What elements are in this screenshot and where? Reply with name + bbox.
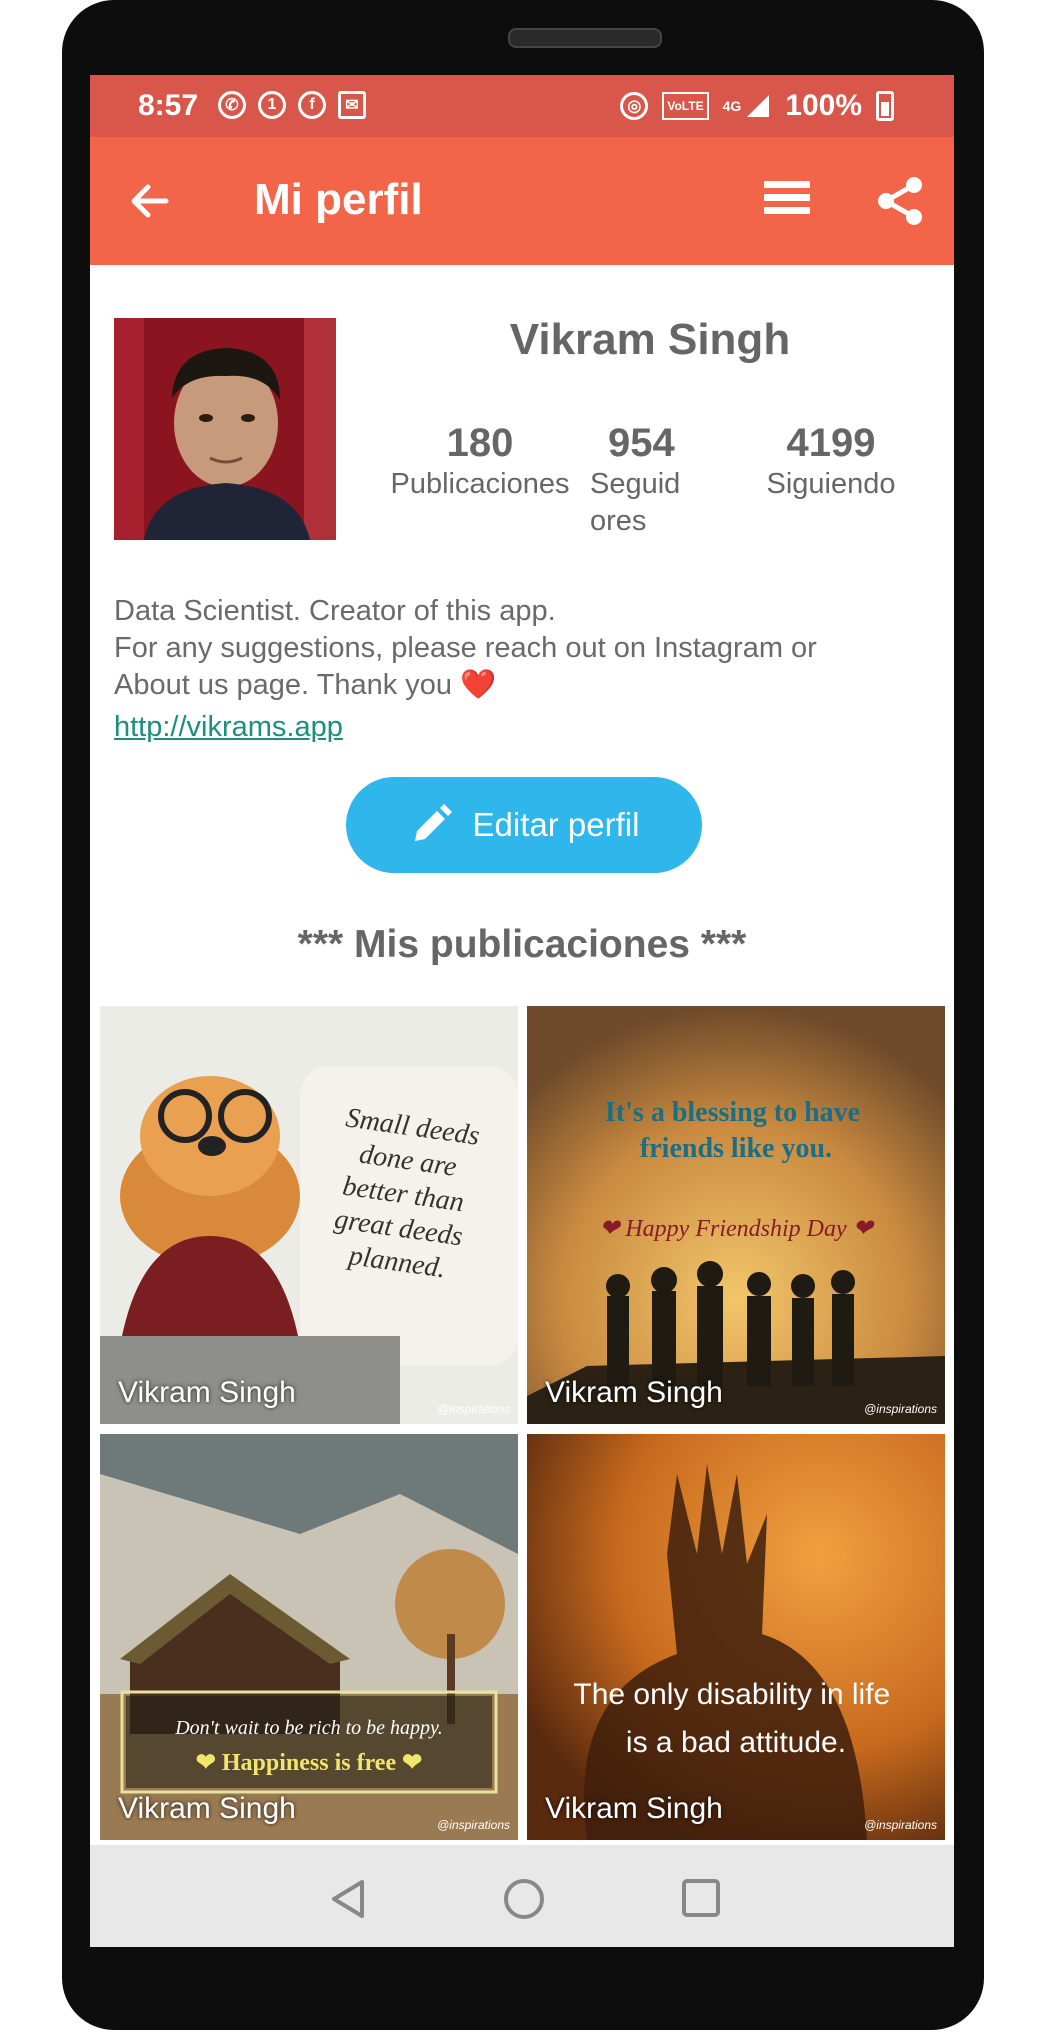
post-credit: @inspirations	[437, 1818, 510, 1832]
quote-line: friends like you.	[640, 1133, 832, 1164]
quote-line: is a bad attitude.	[626, 1726, 846, 1759]
notification-icons: ✆ 1 f ✉	[218, 91, 366, 119]
quote-line: It's a blessing to have	[605, 1097, 860, 1128]
nav-recents-icon[interactable]	[682, 1879, 720, 1917]
post-credit: @inspirations	[864, 1402, 937, 1416]
mail-icon: ✉	[338, 91, 366, 119]
following-count: 4199	[786, 421, 876, 465]
quote-subtitle: ❤ Happiness is free ❤	[196, 1750, 422, 1776]
following-label: Siguiendo	[766, 468, 896, 500]
signal-icon: 4G	[723, 93, 772, 119]
bio-line-text: About us page. Thank you	[114, 669, 453, 701]
pencil-icon	[414, 804, 452, 841]
edit-profile-label: Editar perfil	[472, 806, 640, 843]
phone-speaker	[508, 28, 662, 48]
post-author: Vikram Singh	[118, 1792, 296, 1825]
network-label: 4G	[722, 98, 742, 114]
post-tile[interactable]: It's a blessing to have friends like you…	[527, 1006, 945, 1424]
bio-line: For any suggestions, please reach out on…	[114, 632, 817, 664]
status-bar: 8:57 ✆ 1 f ✉ ◎ VoLTE 4G 100%	[90, 75, 954, 137]
menu-icon[interactable]	[764, 181, 810, 221]
bio-line: About us page. Thank you ❤️	[114, 667, 934, 704]
hotspot-icon: ◎	[620, 92, 649, 120]
system-navigation-bar	[90, 1845, 954, 1947]
bio-line: Data Scientist. Creator of this app.	[114, 595, 556, 627]
page-title: Mi perfil	[254, 175, 423, 224]
post-tile[interactable]: Small deeds done are better than great d…	[100, 1006, 518, 1424]
profile-name: Vikram Singh	[509, 315, 791, 364]
post-tile[interactable]: Don't wait to be rich to be happy. ❤ Hap…	[100, 1434, 518, 1840]
whatsapp-icon: ✆	[218, 91, 246, 119]
system-icons: ◎ VoLTE 4G 100%	[620, 89, 894, 123]
app-toolbar: Mi perfil	[90, 137, 954, 265]
quote-line: Don't wait to be rich to be happy.	[174, 1717, 443, 1739]
notification-app-icon: 1	[258, 91, 286, 119]
profile-website-link[interactable]: http://vikrams.app	[114, 711, 343, 744]
back-arrow-icon[interactable]	[126, 177, 174, 225]
share-icon[interactable]	[874, 175, 926, 227]
quote-line: The only disability in life	[573, 1678, 890, 1711]
followers-count: 954	[608, 421, 675, 465]
posts-section-title: *** Mis publicaciones ***	[297, 923, 747, 966]
post-author: Vikram Singh	[118, 1376, 296, 1409]
edit-profile-button[interactable]: Editar perfil	[346, 777, 702, 873]
volte-icon: VoLTE	[662, 92, 709, 120]
profile-bio: Data Scientist. Creator of this app. For…	[114, 593, 934, 704]
followers-label-line1: Seguid	[590, 468, 681, 500]
post-author: Vikram Singh	[545, 1792, 723, 1825]
status-time: 8:57	[138, 89, 199, 122]
post-credit: @inspirations	[437, 1402, 510, 1416]
stat-followers[interactable]: 954 Seguid ores	[590, 420, 700, 540]
post-credit: @inspirations	[864, 1818, 937, 1832]
stat-following[interactable]: 4199 Siguiendo	[756, 420, 906, 503]
followers-label-line2: ores	[590, 505, 647, 537]
nav-back-icon[interactable]	[330, 1879, 366, 1924]
heart-emoji-icon: ❤️	[460, 669, 497, 701]
posts-label: Publicaciones	[390, 468, 570, 500]
battery-percent: 100%	[785, 89, 862, 122]
posts-count: 180	[446, 421, 514, 465]
post-author: Vikram Singh	[545, 1376, 723, 1409]
facebook-icon: f	[298, 91, 326, 119]
quote-subtitle: ❤ Happy Friendship Day ❤	[599, 1216, 874, 1242]
battery-icon	[876, 91, 894, 121]
avatar[interactable]	[114, 318, 336, 540]
post-tile[interactable]: The only disability in life is a bad att…	[527, 1434, 945, 1840]
app-screen: 8:57 ✆ 1 f ✉ ◎ VoLTE 4G 100% Mi perfil V…	[90, 75, 954, 1947]
nav-home-icon[interactable]	[504, 1879, 544, 1919]
stat-posts[interactable]: 180 Publicaciones	[380, 420, 580, 503]
